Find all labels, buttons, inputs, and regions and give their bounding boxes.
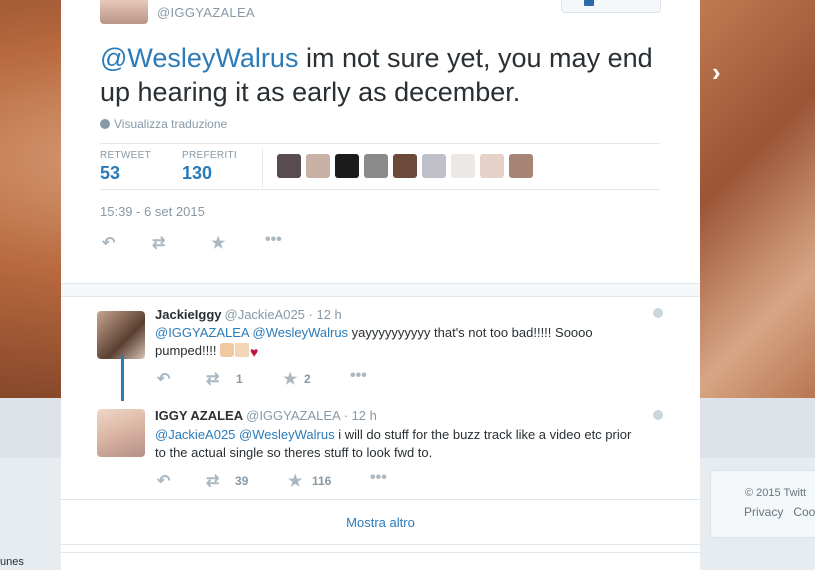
footer-links: Privacy Coo bbox=[744, 505, 815, 519]
reply-author-2[interactable]: IGGY AZALEA @IGGYAZALEA · 12 h bbox=[155, 408, 377, 423]
reply-2-favorite-count[interactable]: 116 bbox=[312, 474, 331, 488]
stats-separator bbox=[262, 148, 263, 188]
tweet-text: @WesleyWalrus im not sure yet, you may e… bbox=[100, 41, 675, 109]
raised-hands-icon bbox=[220, 343, 235, 357]
more-icon[interactable]: ••• bbox=[350, 367, 367, 385]
favorites-count[interactable]: 130 bbox=[182, 163, 212, 184]
footer-link-cookie[interactable]: Coo bbox=[793, 505, 815, 519]
reply-name-2: IGGY AZALEA bbox=[155, 408, 244, 423]
hands-icon bbox=[235, 343, 250, 357]
favoriter-avatar[interactable] bbox=[306, 154, 330, 178]
reply-text-2: @JackieA025 @WesleyWalrus i will do stuf… bbox=[155, 426, 645, 462]
retweet-count[interactable]: 53 bbox=[100, 163, 120, 184]
reply-handle-1: @JackieA025 bbox=[224, 307, 305, 322]
tweet-timestamp[interactable]: 15:39 - 6 set 2015 bbox=[100, 204, 205, 219]
author-screen-name[interactable]: @IGGYAZALEA bbox=[157, 5, 255, 20]
retweet-icon[interactable]: ⇄ bbox=[206, 471, 219, 491]
favorites-label: PREFERITI bbox=[182, 150, 237, 161]
reply-handle-2: @IGGYAZALEA bbox=[246, 408, 341, 423]
translate-label: Visualizza traduzione bbox=[114, 117, 228, 131]
reply-2-retweet-count[interactable]: 39 bbox=[235, 474, 248, 488]
star-icon[interactable]: ★ bbox=[211, 233, 225, 253]
reply-name-1: Jackie⁣Iggy bbox=[155, 307, 222, 322]
favoriter-avatar[interactable] bbox=[335, 154, 359, 178]
follow-button[interactable] bbox=[561, 0, 661, 13]
author-avatar[interactable] bbox=[100, 0, 148, 24]
favoriter-avatar[interactable] bbox=[509, 154, 533, 178]
reply-icon[interactable]: ↶ bbox=[157, 471, 170, 491]
bottom-divider-2 bbox=[61, 552, 700, 553]
chevron-right-icon[interactable]: › bbox=[712, 58, 736, 86]
retweet-label: RETWEET bbox=[100, 150, 151, 161]
more-icon[interactable]: ••• bbox=[370, 469, 387, 487]
favoriter-avatar[interactable] bbox=[480, 154, 504, 178]
reply-icon[interactable]: ↶ bbox=[157, 369, 170, 389]
globe-icon bbox=[653, 308, 663, 318]
reply-text-1: @IGGYAZALEA @WesleyWalrus yayyyyyyyyyy t… bbox=[155, 324, 645, 360]
reply-icon[interactable]: ↶ bbox=[102, 233, 115, 253]
favoriter-avatars bbox=[277, 154, 538, 178]
heart-icon: ♥ bbox=[250, 344, 259, 360]
reply-2-mention-2[interactable]: @WesleyWalrus bbox=[239, 427, 335, 442]
reply-avatar-iggy[interactable] bbox=[97, 409, 145, 457]
translate-link[interactable]: Visualizza traduzione bbox=[100, 117, 227, 131]
replies-separator bbox=[61, 283, 700, 297]
favoriter-avatar[interactable] bbox=[364, 154, 388, 178]
reply-time-1[interactable]: · 12 h bbox=[305, 307, 342, 322]
tweet-mention[interactable]: @WesleyWalrus bbox=[100, 43, 298, 73]
thread-line bbox=[121, 355, 124, 401]
favoriter-avatar[interactable] bbox=[393, 154, 417, 178]
show-more-link[interactable]: Mostra altro bbox=[61, 515, 700, 530]
left-edge-text: unes bbox=[0, 556, 24, 568]
favoriter-avatar[interactable] bbox=[277, 154, 301, 178]
retweet-icon[interactable]: ⇄ bbox=[152, 233, 165, 253]
footer-copyright: © 2015 Twitt bbox=[745, 487, 807, 499]
reply-1-favorite-count[interactable]: 2 bbox=[304, 372, 311, 386]
bottom-divider bbox=[61, 544, 700, 545]
footer-card bbox=[710, 470, 815, 538]
stats-top-divider bbox=[100, 143, 660, 144]
favoriter-avatar[interactable] bbox=[422, 154, 446, 178]
follow-icon bbox=[584, 0, 594, 6]
retweet-icon[interactable]: ⇄ bbox=[206, 369, 219, 389]
show-more-divider bbox=[61, 499, 700, 500]
reply-time-2[interactable]: · 12 h bbox=[340, 408, 377, 423]
reply-1-retweet-count[interactable]: 1 bbox=[236, 372, 243, 386]
reply-2-mention-1[interactable]: @JackieA025 bbox=[155, 427, 235, 442]
star-icon[interactable]: ★ bbox=[288, 471, 302, 491]
more-icon[interactable]: ••• bbox=[265, 231, 282, 249]
globe-icon bbox=[100, 119, 110, 129]
stats-bottom-divider bbox=[100, 189, 660, 190]
star-icon[interactable]: ★ bbox=[283, 369, 297, 389]
reply-1-mention-1[interactable]: @IGGYAZALEA bbox=[155, 325, 249, 340]
footer-link-privacy[interactable]: Privacy bbox=[744, 505, 783, 519]
reply-author-1[interactable]: Jackie⁣Iggy @JackieA025 · 12 h bbox=[155, 307, 342, 322]
reply-avatar-jackie[interactable] bbox=[97, 311, 145, 359]
globe-icon bbox=[653, 410, 663, 420]
favoriter-avatar[interactable] bbox=[451, 154, 475, 178]
reply-1-mention-2[interactable]: @WesleyWalrus bbox=[253, 325, 349, 340]
